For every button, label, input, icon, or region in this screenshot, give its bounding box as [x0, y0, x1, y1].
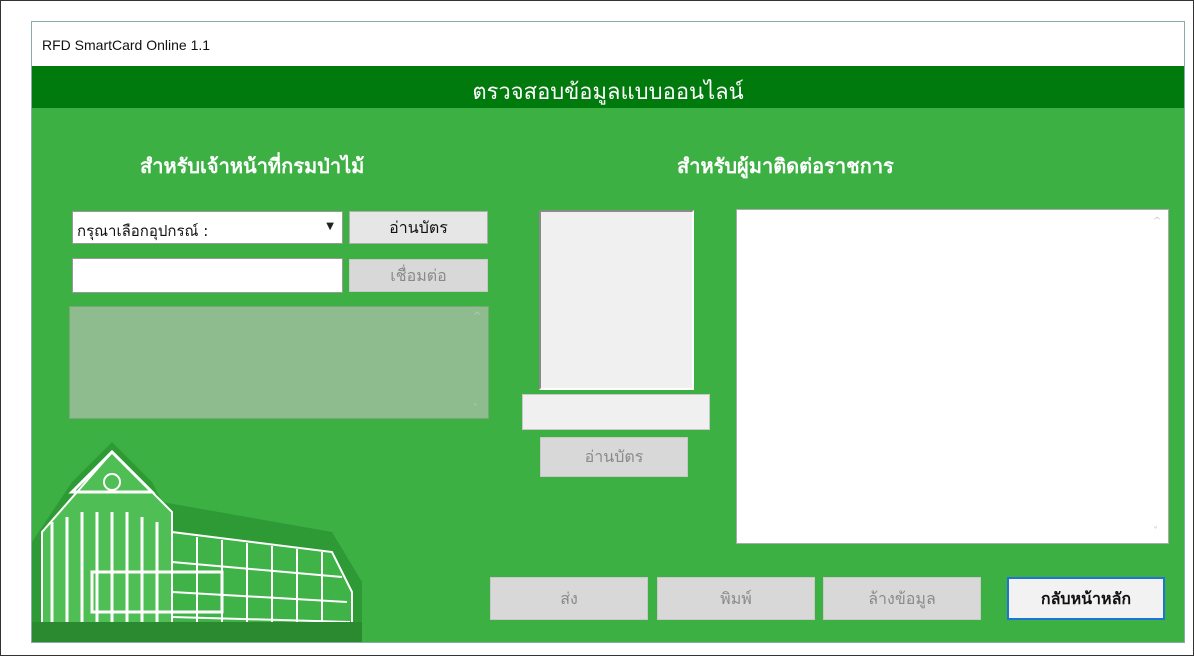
- print-button[interactable]: พิมพ์: [657, 577, 815, 620]
- officer-read-card-button[interactable]: อ่านบัตร: [349, 211, 488, 244]
- visitor-section-title: สำหรับผู้มาติดต่อราชการ: [677, 154, 894, 178]
- officer-section-title: สำหรับเจ้าหน้าที่กรมป่าไม้: [140, 154, 365, 178]
- log-scrollbar[interactable]: ^ ˅: [470, 307, 488, 418]
- chevron-down-icon[interactable]: ▼: [326, 221, 334, 232]
- visitor-info-textarea[interactable]: ^ ˅: [736, 209, 1169, 544]
- back-to-home-button[interactable]: กลับหน้าหลัก: [1007, 577, 1165, 620]
- title-bar: RFD SmartCard Online 1.1: [32, 22, 1184, 66]
- building-illustration: [32, 442, 362, 642]
- connect-button[interactable]: เชื่อมต่อ: [349, 259, 488, 292]
- window-title: RFD SmartCard Online 1.1: [42, 37, 211, 53]
- connect-input[interactable]: [72, 258, 343, 293]
- header-banner: ตรวจสอบข้อมูลแบบออนไลน์: [32, 66, 1184, 108]
- officer-log-textarea[interactable]: ^ ˅: [69, 306, 489, 419]
- visitor-read-card-button[interactable]: อ่านบัตร: [540, 437, 688, 477]
- visitor-name-field: [522, 394, 710, 430]
- clear-data-button[interactable]: ล้างข้อมูล: [823, 577, 981, 620]
- send-button[interactable]: ส่ง: [490, 577, 648, 620]
- page-title: ตรวจสอบข้อมูลแบบออนไลน์: [472, 80, 744, 105]
- screen-frame: RFD SmartCard Online 1.1 ตรวจสอบข้อมูลแบ…: [0, 0, 1194, 656]
- scroll-up-icon[interactable]: ^: [1153, 216, 1161, 227]
- id-card-photo: [539, 210, 694, 390]
- app-window: RFD SmartCard Online 1.1 ตรวจสอบข้อมูลแบ…: [31, 21, 1185, 643]
- device-select-value: กรุณาเลือกอุปกรณ์ :: [77, 222, 209, 240]
- scroll-down-icon[interactable]: ˅: [473, 403, 478, 414]
- device-select[interactable]: กรุณาเลือกอุปกรณ์ : ▼: [72, 211, 343, 244]
- scroll-up-icon[interactable]: ^: [473, 311, 481, 322]
- scroll-down-icon[interactable]: ˅: [1153, 526, 1158, 537]
- info-scrollbar[interactable]: ^ ˅: [1150, 210, 1168, 543]
